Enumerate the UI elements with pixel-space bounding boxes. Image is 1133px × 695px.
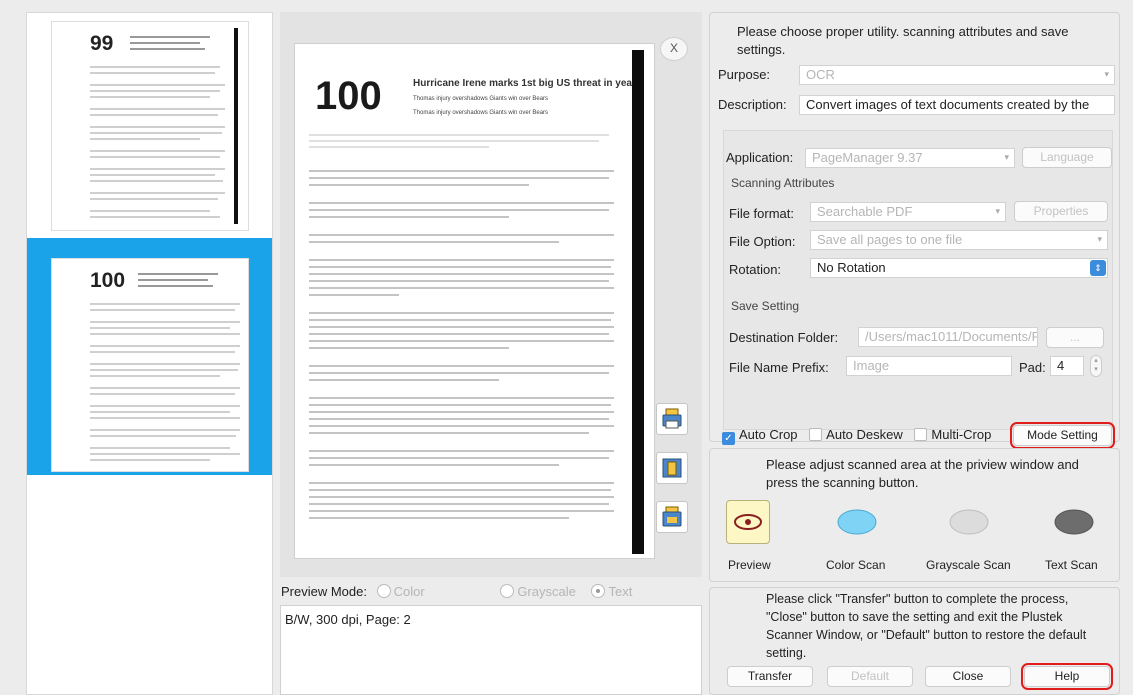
- grayscale-scan-button[interactable]: [947, 500, 991, 544]
- properties-button[interactable]: Properties: [1014, 201, 1108, 222]
- default-button[interactable]: Default: [827, 666, 913, 687]
- preview-label: Preview: [728, 558, 771, 572]
- prefix-field[interactable]: Image: [846, 356, 1012, 376]
- save-setting-title: Save Setting: [731, 299, 800, 313]
- text-scan-label: Text Scan: [1045, 558, 1098, 572]
- grayscale-scan-label: Grayscale Scan: [926, 558, 1011, 572]
- transfer-instruction: Please click "Transfer" button to comple…: [766, 592, 1087, 660]
- file-format-label: File format:: [729, 206, 795, 221]
- preview-headline: Hurricane Irene marks 1st big US threat …: [413, 78, 642, 89]
- pad-label: Pad:: [1019, 360, 1046, 375]
- preview-page-number: 100: [315, 74, 382, 118]
- preview-mode-grayscale[interactable]: Grayscale: [500, 584, 579, 599]
- text-scan-button[interactable]: [1052, 500, 1096, 544]
- eye-icon: [734, 514, 762, 530]
- utility-group: [723, 130, 1113, 430]
- printer-tool-button[interactable]: [656, 403, 688, 435]
- settings-intro: Please choose proper utility. scanning a…: [737, 24, 1069, 57]
- chevron-updown-icon: ⇕: [1090, 260, 1106, 276]
- mode-setting-button[interactable]: Mode Setting: [1010, 422, 1115, 449]
- printer-icon: [662, 408, 682, 429]
- chevron-down-icon: ▾: [1104, 69, 1109, 79]
- radio-color[interactable]: [376, 584, 391, 598]
- radio-text[interactable]: [591, 584, 606, 598]
- radio-grayscale[interactable]: [500, 584, 515, 598]
- pad-stepper[interactable]: ▴ ▾: [1090, 355, 1102, 377]
- thumbnail-pane[interactable]: 99 100: [26, 12, 273, 695]
- destination-label: Destination Folder:: [729, 330, 839, 345]
- preview-mode-label: Preview Mode:: [281, 584, 367, 599]
- language-button[interactable]: Language: [1022, 147, 1112, 168]
- rotation-select[interactable]: No Rotation ⇕: [810, 258, 1108, 278]
- color-scan-icon: [837, 509, 877, 535]
- scan-edge-bar: [632, 50, 644, 554]
- application-label: Application:: [726, 150, 794, 165]
- multi-crop-checkbox[interactable]: Multi-Crop: [914, 427, 991, 442]
- file-option-select[interactable]: Save all pages to one file ▾: [810, 230, 1108, 250]
- text-scan-icon: [1054, 509, 1094, 535]
- auto-crop-checkbox[interactable]: ✓ Auto Crop: [722, 427, 798, 445]
- thumbnail-page-2[interactable]: 100: [51, 258, 249, 472]
- color-scan-label: Color Scan: [826, 558, 886, 572]
- preview-subline-2: Thomas injury overshadows Giants win ove…: [413, 110, 549, 116]
- purpose-label: Purpose:: [718, 67, 771, 82]
- chevron-down-icon: ▾: [1097, 234, 1102, 244]
- chevron-down-icon: ▾: [1004, 152, 1009, 162]
- preview-mode-color[interactable]: Color: [376, 584, 429, 599]
- pad-field[interactable]: 4: [1050, 356, 1084, 376]
- prefix-label: File Name Prefix:: [729, 360, 829, 375]
- application-select[interactable]: PageManager 9.37 ▾: [805, 148, 1015, 168]
- preview-mode-text[interactable]: Text: [591, 584, 632, 599]
- auto-deskew-checkbox[interactable]: Auto Deskew: [809, 427, 903, 442]
- thumbnail-page-number: 99: [90, 32, 114, 55]
- preview-scan-button[interactable]: [726, 500, 770, 544]
- thumbnail-page-number: 100: [90, 269, 126, 292]
- status-text: B/W, 300 dpi, Page: 2: [285, 612, 411, 627]
- description-label: Description:: [718, 97, 787, 112]
- grayscale-scan-icon: [949, 509, 989, 535]
- preview-subline-1: Thomas injury overshadows Giants win ove…: [413, 96, 549, 102]
- file-option-label: File Option:: [729, 234, 796, 249]
- transfer-button[interactable]: Transfer: [727, 666, 813, 687]
- browse-button[interactable]: ...: [1046, 327, 1104, 348]
- save-tool-button[interactable]: [656, 501, 688, 533]
- status-box: B/W, 300 dpi, Page: 2: [280, 605, 702, 695]
- close-button[interactable]: Close: [925, 666, 1011, 687]
- scan-instruction: Please adjust scanned area at the privie…: [766, 457, 1079, 490]
- destination-field[interactable]: /Users/mac1011/Documents/P: [858, 327, 1038, 347]
- check-icon: ✓: [722, 432, 735, 445]
- color-scan-button[interactable]: [835, 500, 879, 544]
- close-preview-button[interactable]: X: [660, 37, 688, 61]
- purpose-select[interactable]: OCR ▾: [799, 65, 1115, 85]
- scanning-attributes-title: Scanning Attributes: [731, 176, 835, 190]
- preview-mode-row: Preview Mode: Color Grayscale Text: [281, 584, 632, 599]
- save-icon: [662, 506, 682, 527]
- preview-page[interactable]: 100 Hurricane Irene marks 1st big US thr…: [294, 43, 655, 559]
- rotation-label: Rotation:: [729, 262, 782, 277]
- chevron-down-icon: ▾: [995, 206, 1000, 216]
- help-button[interactable]: Help: [1021, 663, 1113, 690]
- thumbnail-page-1[interactable]: 99: [51, 21, 249, 231]
- file-format-select[interactable]: Searchable PDF ▾: [810, 202, 1006, 222]
- scanner-doc-icon: [662, 458, 682, 478]
- scan-tool-button[interactable]: [656, 452, 688, 484]
- crop-options-row: ✓ Auto Crop Auto Deskew Multi-Crop: [722, 427, 991, 445]
- description-field[interactable]: Convert images of text documents created…: [799, 95, 1115, 115]
